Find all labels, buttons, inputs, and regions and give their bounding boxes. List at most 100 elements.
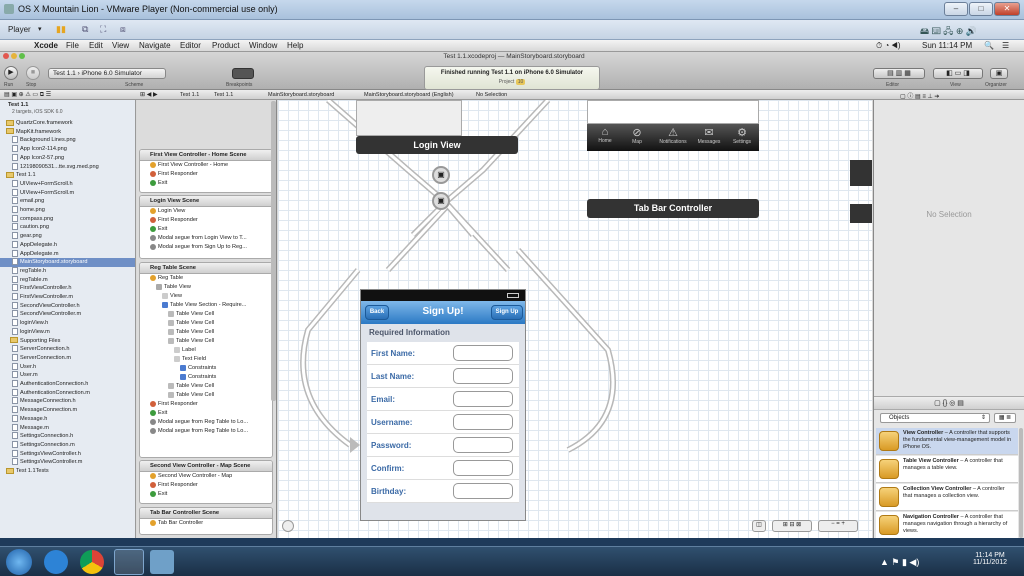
- navigator-file-row[interactable]: SettingsViewController.m: [0, 458, 135, 467]
- outline-item[interactable]: Exit: [140, 225, 272, 234]
- login-view-title[interactable]: Login View: [356, 136, 518, 154]
- library-item[interactable]: View Controller – A controller that supp…: [876, 428, 1018, 455]
- start-button[interactable]: [6, 549, 32, 575]
- menu-help[interactable]: Help: [287, 41, 303, 50]
- outline-item[interactable]: First Responder: [140, 170, 272, 179]
- vmware-taskbar-button[interactable]: [114, 549, 144, 575]
- library-item[interactable]: Collection View Controller – A controlle…: [876, 484, 1018, 511]
- outline-item[interactable]: Exit: [140, 409, 272, 418]
- navigator-file-row[interactable]: SettingsConnection.m: [0, 440, 135, 450]
- navigator-file-row[interactable]: App Icon2-57.png: [0, 153, 135, 163]
- password-field[interactable]: [453, 437, 513, 453]
- menu-editor[interactable]: Editor: [180, 41, 201, 50]
- menu-window[interactable]: Window: [249, 41, 277, 50]
- navigator-file-row[interactable]: AuthenticationConnection.h: [0, 380, 135, 389]
- outline-item[interactable]: Table View Cell: [140, 328, 272, 337]
- outline-item[interactable]: Exit: [140, 179, 272, 188]
- tab-notifications[interactable]: ⚠ Notifications: [655, 126, 691, 145]
- navigator-file-row[interactable]: Message.h: [0, 414, 135, 424]
- navigator-tabs[interactable]: ▤ ▣ ⊕ ⚠ ▭ ⧉ ☰: [4, 91, 51, 99]
- birthday-field[interactable]: [453, 483, 513, 499]
- outline-item[interactable]: Table View: [140, 283, 272, 292]
- navigator-file-row[interactable]: Message.m: [0, 423, 135, 433]
- organizer-button[interactable]: ▣: [990, 68, 1008, 79]
- window-min-dot[interactable]: [11, 53, 17, 59]
- storyboard-canvas[interactable]: Login View ▣ ▣ ⌂ Home ⊘ Map ⚠ Notifications…: [278, 100, 872, 538]
- navigator-file-row[interactable]: User.m: [0, 371, 135, 380]
- navigator-file-row[interactable]: UIView+FormScroll.m: [0, 188, 135, 198]
- tab-bar-controller-title[interactable]: Tab Bar Controller: [587, 199, 759, 218]
- navigator-file-row[interactable]: Test 1.1Tests: [0, 467, 135, 476]
- library-item[interactable]: Navigation Controller – A controller tha…: [876, 512, 1018, 538]
- menu-view[interactable]: View: [112, 41, 129, 50]
- navigator-file-row[interactable]: loginView.h: [0, 319, 135, 328]
- notification-icon[interactable]: ☰: [1002, 41, 1009, 50]
- navigator-file-row[interactable]: ServerConnection.m: [0, 353, 135, 363]
- ie-taskbar-icon[interactable]: [44, 550, 68, 574]
- username-field[interactable]: [453, 414, 513, 430]
- pause-icon[interactable]: ▮▮: [56, 24, 66, 35]
- navigator-file-row[interactable]: SettingsViewController.h: [0, 449, 135, 459]
- window-zoom-dot[interactable]: [19, 53, 25, 59]
- outline-scrollbar[interactable]: [271, 101, 276, 401]
- navigator-file-row[interactable]: MessageConnection.m: [0, 406, 135, 415]
- jump-nav-arrows[interactable]: ⊞ ◀ ▶: [140, 91, 158, 98]
- menu-edit[interactable]: Edit: [89, 41, 103, 50]
- outline-item[interactable]: Modal segue from Reg Table to Lo...: [140, 427, 272, 436]
- navigator-file-row[interactable]: home.png: [0, 206, 135, 215]
- outline-item[interactable]: Table View Cell: [140, 382, 272, 391]
- window-close-dot[interactable]: [3, 53, 9, 59]
- outline-item[interactable]: Modal segue from Login View to T...: [140, 234, 272, 243]
- outline-item[interactable]: Table View Cell: [140, 310, 272, 319]
- sign-up-button[interactable]: Sign Up: [491, 305, 523, 320]
- scheme-selector[interactable]: Test 1.1 › iPhone 6.0 Simulator: [48, 68, 166, 79]
- outline-item[interactable]: View: [140, 292, 272, 301]
- navigator-file-row[interactable]: loginView.m: [0, 327, 135, 337]
- segue-icon[interactable]: ▣: [432, 192, 450, 210]
- devices-icon[interactable]: ⧉: [82, 24, 88, 35]
- view-segment[interactable]: ◧ ▭ ◨: [933, 68, 983, 79]
- canvas-zoom-buttons[interactable]: − = +: [818, 520, 858, 532]
- player-menu[interactable]: Player: [8, 25, 31, 34]
- sign-up-scene[interactable]: Back Sign Up! Sign Up Required Informati…: [360, 289, 526, 521]
- jump-item-file[interactable]: MainStoryboard.storyboard: [268, 92, 334, 98]
- scene-header[interactable]: Second View Controller - Map Scene: [140, 461, 272, 472]
- outline-item[interactable]: Second View Controller - Map: [140, 472, 272, 481]
- navigator-file-row[interactable]: AppDelegate.m: [0, 249, 135, 259]
- navigator-file-row[interactable]: Test 1.1: [0, 171, 135, 180]
- tab-bar[interactable]: ⌂ Home ⊘ Map ⚠ Notifications ✉ Messages ⚙ Set…: [587, 124, 759, 151]
- menu-xcode[interactable]: Xcode: [34, 41, 58, 50]
- outline-item[interactable]: Login View: [140, 207, 272, 216]
- spotlight-icon[interactable]: 🔍: [984, 41, 994, 50]
- navigator-file-row[interactable]: AppDelegate.h: [0, 240, 135, 250]
- last-name-field[interactable]: [453, 368, 513, 384]
- navigator-file-row[interactable]: MapKit.framework: [0, 128, 135, 137]
- scene-header[interactable]: Tab Bar Controller Scene: [140, 508, 272, 519]
- outline-item[interactable]: Exit: [140, 490, 272, 499]
- tab-home[interactable]: ⌂ Home: [593, 126, 617, 144]
- jump-item-selection[interactable]: No Selection: [476, 92, 507, 98]
- menu-product[interactable]: Product: [212, 41, 240, 50]
- library-scrollbar[interactable]: [1019, 428, 1023, 538]
- email-field[interactable]: [453, 391, 513, 407]
- inspector-tabs[interactable]: ▢ ⓘ ▤ ≡ ⊥ ➔: [900, 91, 939, 100]
- menu-navigate[interactable]: Navigate: [139, 41, 171, 50]
- outline-item[interactable]: Label: [140, 346, 272, 355]
- menu-status-icons[interactable]: ⏱ ◔ ◀): [876, 41, 901, 51]
- editor-segment[interactable]: ▤ ▥ ▦: [873, 68, 925, 79]
- canvas-constraints-buttons[interactable]: ⊞ ⊟ ⊠: [772, 520, 812, 532]
- breakpoints-button[interactable]: [232, 68, 254, 79]
- outline-item[interactable]: First View Controller - Home: [140, 161, 272, 170]
- outline-item[interactable]: Table View Cell: [140, 391, 272, 400]
- offscreen-scene-title[interactable]: [850, 204, 872, 223]
- navigator-file-row[interactable]: ServerConnection.h: [0, 345, 135, 354]
- library-view-toggle[interactable]: ▦ ≣: [994, 413, 1016, 423]
- back-button[interactable]: Back: [365, 305, 389, 320]
- outline-item[interactable]: First Responder: [140, 216, 272, 225]
- navigator-file-row[interactable]: SecondViewController.h: [0, 301, 135, 311]
- unity-icon[interactable]: ⧈: [120, 24, 126, 35]
- library-tabs[interactable]: ▢ {} ◎ ▤: [874, 396, 1024, 410]
- outline-item[interactable]: Text Field: [140, 355, 272, 364]
- login-view-frame[interactable]: [356, 100, 462, 136]
- navigator-file-row[interactable]: regTable.m: [0, 275, 135, 285]
